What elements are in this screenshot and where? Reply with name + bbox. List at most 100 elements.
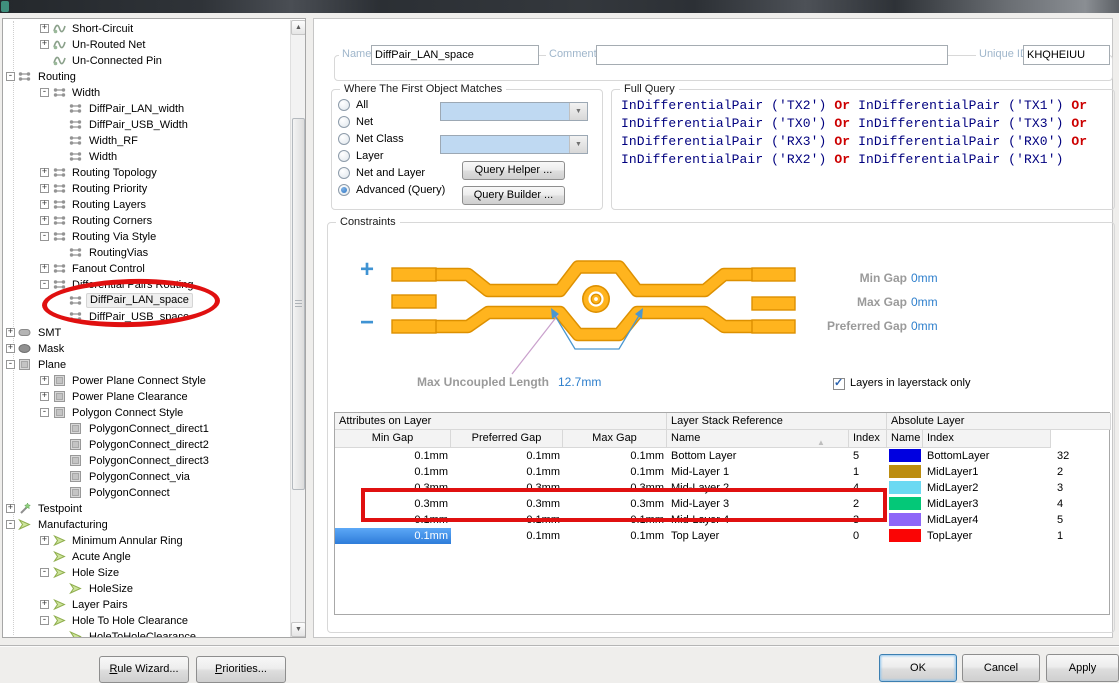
- cell-min-gap[interactable]: 0.3mm: [335, 480, 451, 496]
- cell-preferred-gap[interactable]: 0.1mm: [451, 528, 563, 544]
- unique-id-input[interactable]: [1023, 45, 1110, 65]
- cell-max-gap[interactable]: 0.1mm: [563, 464, 667, 480]
- expand-toggle-icon[interactable]: +: [6, 328, 15, 337]
- preferred-gap-value[interactable]: 0mm: [911, 319, 938, 333]
- tree-item-polygon-connect-style[interactable]: -Polygon Connect Style: [3, 405, 305, 421]
- scrollbar-thumb[interactable]: [292, 118, 305, 490]
- cell-ref-index[interactable]: 1: [853, 464, 887, 480]
- tree-item-routing-topology[interactable]: +Routing Topology: [3, 165, 305, 181]
- cell-ref-name[interactable]: Mid-Layer 2: [671, 480, 847, 496]
- tree-item-polygonconnect-via[interactable]: PolygonConnect_via: [3, 469, 305, 485]
- cell-abs-name[interactable]: MidLayer2: [927, 480, 1051, 496]
- expand-toggle-icon[interactable]: +: [40, 40, 49, 49]
- tree-item-routingvias[interactable]: RoutingVias: [3, 245, 305, 261]
- expand-toggle-icon[interactable]: +: [40, 200, 49, 209]
- tree-item-manufacturing[interactable]: -Manufacturing: [3, 517, 305, 533]
- cell-preferred-gap[interactable]: 0.1mm: [451, 464, 563, 480]
- tree-item-polygonconnect[interactable]: PolygonConnect: [3, 485, 305, 501]
- collapse-toggle-icon[interactable]: -: [6, 72, 15, 81]
- tree-scrollbar[interactable]: ▲ ▼: [290, 20, 306, 637]
- tree-item-plane[interactable]: -Plane: [3, 357, 305, 373]
- expand-toggle-icon[interactable]: +: [40, 376, 49, 385]
- tree-item-routing[interactable]: -Routing: [3, 69, 305, 85]
- tree-item-routing-corners[interactable]: +Routing Corners: [3, 213, 305, 229]
- table-column-header[interactable]: Name▲: [667, 430, 849, 448]
- tree-item-short-circuit[interactable]: +Short-Circuit: [3, 21, 305, 37]
- scroll-up-button[interactable]: ▲: [291, 20, 306, 35]
- tree-item-width-rf[interactable]: Width_RF: [3, 133, 305, 149]
- tree-item-polygonconnect-direct1[interactable]: PolygonConnect_direct1: [3, 421, 305, 437]
- comment-input[interactable]: [596, 45, 948, 65]
- cell-abs-index[interactable]: 5: [1057, 512, 1109, 528]
- tree-item-diffpair-usb-space[interactable]: DiffPair_USB_space: [3, 309, 305, 325]
- table-column-header[interactable]: Index: [849, 430, 887, 448]
- tree-item-routing-priority[interactable]: +Routing Priority: [3, 181, 305, 197]
- cell-abs-index[interactable]: 3: [1057, 480, 1109, 496]
- expand-toggle-icon[interactable]: +: [40, 600, 49, 609]
- cell-preferred-gap[interactable]: 0.3mm: [451, 496, 563, 512]
- cell-min-gap[interactable]: 0.3mm: [335, 496, 451, 512]
- net-class-combo[interactable]: ▼: [440, 135, 588, 154]
- tree-item-hole-size[interactable]: -Hole Size: [3, 565, 305, 581]
- table-column-header[interactable]: Max Gap: [563, 430, 667, 448]
- expand-toggle-icon[interactable]: +: [6, 504, 15, 513]
- priorities-button[interactable]: Priorities...: [196, 656, 286, 683]
- cell-ref-name[interactable]: Top Layer: [671, 528, 847, 544]
- cell-abs-name[interactable]: MidLayer1: [927, 464, 1051, 480]
- rule-name-input[interactable]: [371, 45, 539, 65]
- collapse-toggle-icon[interactable]: -: [40, 408, 49, 417]
- table-column-header[interactable]: Min Gap: [335, 430, 451, 448]
- max-gap-value[interactable]: 0mm: [911, 295, 938, 309]
- cell-min-gap[interactable]: 0.1mm: [335, 528, 451, 544]
- cell-abs-index[interactable]: 1: [1057, 528, 1109, 544]
- tree-item-hole-to-hole-clearance[interactable]: -Hole To Hole Clearance: [3, 613, 305, 629]
- collapse-toggle-icon[interactable]: -: [40, 568, 49, 577]
- cell-max-gap[interactable]: 0.3mm: [563, 496, 667, 512]
- expand-toggle-icon[interactable]: +: [40, 392, 49, 401]
- tree-item-routing-via-style[interactable]: -Routing Via Style: [3, 229, 305, 245]
- net-combo[interactable]: ▼: [440, 102, 588, 121]
- min-gap-value[interactable]: 0mm: [911, 271, 938, 285]
- tree-item-smt[interactable]: +SMT: [3, 325, 305, 341]
- cell-ref-index[interactable]: 4: [853, 480, 887, 496]
- collapse-toggle-icon[interactable]: -: [40, 616, 49, 625]
- query-helper-button[interactable]: Query Helper ...: [462, 161, 565, 180]
- cell-ref-name[interactable]: Bottom Layer: [671, 448, 847, 464]
- table-column-header[interactable]: Index: [923, 430, 1051, 448]
- radio-icon[interactable]: [338, 167, 350, 179]
- radio-icon[interactable]: [338, 99, 350, 111]
- tree-item-power-plane-connect-style[interactable]: +Power Plane Connect Style: [3, 373, 305, 389]
- expand-toggle-icon[interactable]: +: [40, 536, 49, 545]
- expand-toggle-icon[interactable]: +: [40, 24, 49, 33]
- chevron-down-icon[interactable]: ▼: [569, 103, 587, 120]
- cell-abs-name[interactable]: BottomLayer: [927, 448, 1051, 464]
- tree-item-width[interactable]: -Width: [3, 85, 305, 101]
- cell-preferred-gap[interactable]: 0.1mm: [451, 448, 563, 464]
- cell-max-gap[interactable]: 0.1mm: [563, 448, 667, 464]
- cell-abs-index[interactable]: 32: [1057, 448, 1109, 464]
- tree-item-un-connected-pin[interactable]: Un-Connected Pin: [3, 53, 305, 69]
- tree-item-differential-pairs-routing[interactable]: -Differential Pairs Routing: [3, 277, 305, 293]
- cell-ref-index[interactable]: 3: [853, 512, 887, 528]
- cell-ref-index[interactable]: 5: [853, 448, 887, 464]
- collapse-toggle-icon[interactable]: -: [40, 232, 49, 241]
- radio-icon[interactable]: [338, 150, 350, 162]
- tree-item-routing-layers[interactable]: +Routing Layers: [3, 197, 305, 213]
- tree-item-holesize[interactable]: HoleSize: [3, 581, 305, 597]
- cell-preferred-gap[interactable]: 0.3mm: [451, 480, 563, 496]
- tree-item-polygonconnect-direct3[interactable]: PolygonConnect_direct3: [3, 453, 305, 469]
- tree-item-minimum-annular-ring[interactable]: +Minimum Annular Ring: [3, 533, 305, 549]
- tree-item-layer-pairs[interactable]: +Layer Pairs: [3, 597, 305, 613]
- table-column-header[interactable]: Preferred Gap: [451, 430, 563, 448]
- cell-max-gap[interactable]: 0.1mm: [563, 528, 667, 544]
- expand-toggle-icon[interactable]: +: [40, 168, 49, 177]
- cell-ref-index[interactable]: 0: [853, 528, 887, 544]
- expand-toggle-icon[interactable]: +: [40, 264, 49, 273]
- rule-wizard-button[interactable]: Rule Wizard...: [99, 656, 189, 683]
- tree-item-width[interactable]: Width: [3, 149, 305, 165]
- collapse-toggle-icon[interactable]: -: [40, 88, 49, 97]
- cell-min-gap[interactable]: 0.1mm: [335, 464, 451, 480]
- radio-icon[interactable]: [338, 133, 350, 145]
- tree-item-diffpair-usb-width[interactable]: DiffPair_USB_Width: [3, 117, 305, 133]
- expand-toggle-icon[interactable]: +: [6, 344, 15, 353]
